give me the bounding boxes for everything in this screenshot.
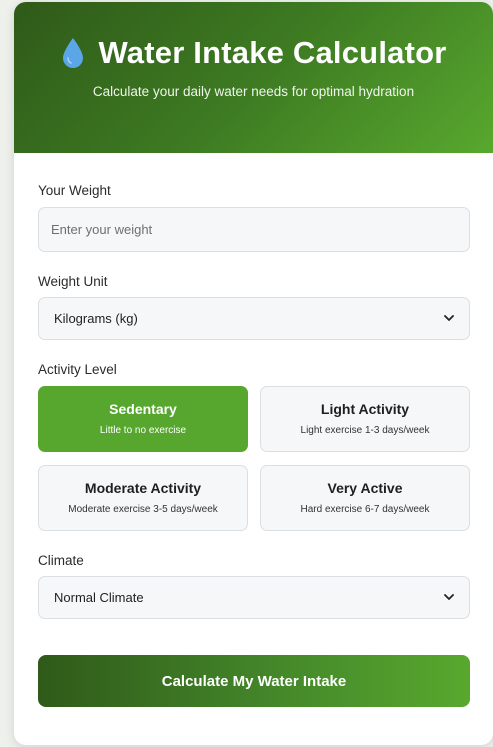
climate-value: Normal Climate	[54, 590, 144, 605]
weight-input[interactable]	[38, 207, 470, 252]
activity-option-title: Very Active	[327, 480, 403, 496]
calculator-card: Water Intake Calculator Calculate your d…	[14, 2, 493, 745]
activity-option-description: Little to no exercise	[99, 425, 187, 436]
weight-unit-value: Kilograms (kg)	[54, 311, 138, 326]
activity-option-light[interactable]: Light Activity Light exercise 1-3 days/w…	[260, 386, 470, 452]
activity-option-description: Moderate exercise 3-5 days/week	[68, 504, 218, 515]
calculator-form: Your Weight Weight Unit Kilograms (kg) A…	[14, 153, 493, 707]
activity-option-description: Hard exercise 6-7 days/week	[300, 504, 430, 515]
weight-unit-select[interactable]: Kilograms (kg)	[38, 297, 470, 340]
page-subtitle: Calculate your daily water needs for opt…	[92, 84, 415, 99]
activity-option-sedentary[interactable]: Sedentary Little to no exercise	[38, 386, 248, 452]
activity-option-title: Light Activity	[320, 401, 410, 417]
page-title: Water Intake Calculator	[98, 35, 447, 70]
weight-unit-label: Weight Unit	[38, 274, 108, 289]
weight-label: Your Weight	[38, 183, 111, 198]
header: Water Intake Calculator Calculate your d…	[14, 2, 493, 153]
title-row: Water Intake Calculator	[14, 35, 493, 71]
chevron-down-icon	[444, 315, 454, 321]
activity-options: Sedentary Little to no exercise Light Ac…	[38, 386, 470, 531]
calculate-button[interactable]: Calculate My Water Intake	[38, 655, 470, 707]
activity-option-very-active[interactable]: Very Active Hard exercise 6-7 days/week	[260, 465, 470, 531]
activity-option-title: Sedentary	[109, 401, 177, 417]
climate-select[interactable]: Normal Climate	[38, 576, 470, 619]
activity-level-label: Activity Level	[38, 362, 117, 377]
climate-label: Climate	[38, 553, 84, 568]
activity-option-description: Light exercise 1-3 days/week	[300, 425, 430, 436]
activity-option-moderate[interactable]: Moderate Activity Moderate exercise 3-5 …	[38, 465, 248, 531]
water-drop-icon	[62, 38, 83, 68]
activity-option-title: Moderate Activity	[84, 480, 202, 496]
chevron-down-icon	[444, 594, 454, 600]
